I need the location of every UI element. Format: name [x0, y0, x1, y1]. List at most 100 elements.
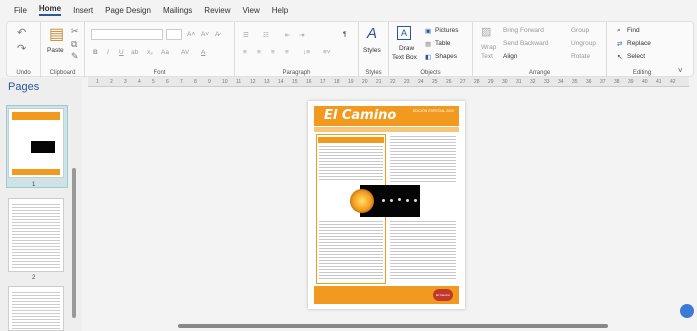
find-icon[interactable]: ⌕: [617, 27, 621, 35]
ruler-tick: 5: [152, 79, 155, 85]
subscript-icon[interactable]: x₂: [147, 49, 153, 56]
draw-label[interactable]: Draw: [399, 45, 414, 52]
align-left-icon[interactable]: ≡: [243, 49, 247, 56]
underline-icon[interactable]: U: [119, 49, 124, 56]
text-line: [390, 151, 456, 152]
clipboard-group-label: Clipboard: [49, 70, 76, 76]
text-line: [319, 242, 383, 243]
masthead[interactable]: El Camino EDICIÓN ESPECIAL 2020: [314, 106, 459, 126]
copy-icon[interactable]: ⧉: [71, 40, 77, 49]
cut-icon[interactable]: ✂: [71, 27, 79, 36]
page-thumb-1[interactable]: [8, 108, 64, 178]
solar-system-image[interactable]: [350, 185, 420, 217]
ruler-tick: 9: [208, 79, 211, 85]
redo-icon[interactable]: ↷: [17, 44, 26, 55]
text-line: [390, 169, 456, 170]
group-button[interactable]: Group: [571, 27, 589, 34]
ruler-tick: 41: [656, 79, 662, 85]
menu-view[interactable]: View: [243, 6, 260, 15]
bring-forward-button[interactable]: Bring Forward: [503, 27, 544, 34]
textbox-button[interactable]: Text Box: [392, 54, 417, 61]
grow-font-icon[interactable]: A˄: [187, 31, 195, 38]
bold-icon[interactable]: B: [93, 49, 98, 56]
rotate-button[interactable]: Rotate: [571, 53, 590, 60]
strikethrough-icon[interactable]: ab: [131, 49, 138, 56]
wrap-label[interactable]: Wrap: [481, 44, 496, 51]
collapse-ribbon-icon[interactable]: ˅: [678, 66, 683, 75]
format-painter-icon[interactable]: ✎: [71, 52, 79, 61]
ungroup-button[interactable]: Ungroup: [571, 40, 596, 47]
select-button[interactable]: Select: [627, 53, 645, 60]
menu-mailings[interactable]: Mailings: [163, 6, 192, 15]
text-line: [319, 278, 383, 279]
font-name-input[interactable]: [91, 29, 163, 40]
menu-page-design[interactable]: Page Design: [105, 6, 151, 15]
styles-icon[interactable]: A: [367, 26, 377, 41]
decrease-indent-icon[interactable]: ⇤: [285, 31, 290, 39]
paste-icon[interactable]: ▤: [49, 27, 64, 43]
justify-icon[interactable]: ≡: [285, 49, 289, 56]
text-line: [390, 248, 456, 249]
editing-group: ⌕ Find ⇄ Replace ↖ Select Editing: [607, 22, 677, 78]
text-line: [390, 233, 456, 234]
font-color-icon[interactable]: A: [201, 49, 205, 56]
table-button[interactable]: Table: [435, 40, 451, 47]
text-line: [390, 136, 456, 137]
text-line: [390, 257, 456, 258]
text-line: [390, 275, 456, 276]
select-icon[interactable]: ↖: [617, 53, 622, 61]
draw-textbox-icon[interactable]: A: [397, 26, 411, 40]
text-line: [390, 157, 456, 158]
pages-scrollbar[interactable]: [72, 168, 76, 318]
align-button[interactable]: Align: [503, 53, 517, 60]
ruler-tick: 38: [614, 79, 620, 85]
align-right-icon[interactable]: ≡: [271, 49, 275, 56]
numbering-icon[interactable]: ☷: [263, 31, 269, 39]
pictures-button[interactable]: Pictures: [435, 27, 458, 34]
pictures-icon[interactable]: ▣: [425, 27, 431, 35]
align-center-icon[interactable]: ≡: [257, 49, 261, 56]
replace-icon[interactable]: ⇄: [617, 40, 622, 48]
styles-button[interactable]: Styles: [363, 47, 381, 54]
footer-bar[interactable]: El Camino: [314, 286, 459, 304]
page-thumb-3[interactable]: [8, 286, 64, 331]
thumb-text: [12, 290, 60, 330]
clear-format-icon[interactable]: A̷: [215, 31, 219, 38]
line-spacing-icon[interactable]: ↕≡: [303, 49, 310, 56]
change-case-icon[interactable]: Aa: [161, 49, 169, 56]
text-label[interactable]: Text: [481, 53, 493, 60]
text-line: [390, 254, 456, 255]
menu-file[interactable]: File: [14, 6, 27, 15]
menu-insert[interactable]: Insert: [73, 6, 93, 15]
menu-help[interactable]: Help: [272, 6, 288, 15]
replace-button[interactable]: Replace: [627, 40, 651, 47]
menu-home[interactable]: Home: [38, 4, 62, 16]
show-marks-icon[interactable]: ¶: [343, 31, 347, 38]
text-line: [319, 257, 383, 258]
paste-button[interactable]: Paste: [47, 47, 64, 54]
italic-icon[interactable]: I: [107, 49, 109, 56]
bullets-icon[interactable]: ☰: [243, 31, 249, 39]
paragraph-spacing-icon[interactable]: ≡˅: [323, 49, 331, 56]
shrink-font-icon[interactable]: A˅: [201, 31, 209, 38]
page-thumb-2[interactable]: [8, 198, 64, 272]
undo-icon[interactable]: ↶: [17, 28, 26, 39]
increase-indent-icon[interactable]: ⇥: [299, 31, 304, 39]
horizontal-scrollbar[interactable]: [178, 324, 608, 328]
font-size-input[interactable]: [166, 29, 182, 40]
text-line: [390, 221, 456, 222]
shapes-icon[interactable]: ◧: [425, 53, 431, 61]
assistant-icon[interactable]: [680, 304, 694, 318]
table-icon[interactable]: ▦: [425, 40, 431, 48]
text-line: [319, 227, 383, 228]
wrap-text-icon[interactable]: ▨: [481, 27, 491, 38]
shapes-button[interactable]: Shapes: [435, 53, 457, 60]
ruler-tick: 14: [278, 79, 284, 85]
find-button[interactable]: Find: [627, 27, 640, 34]
document-page[interactable]: El Camino EDICIÓN ESPECIAL 2020 El Camin…: [308, 101, 465, 309]
menu-review[interactable]: Review: [204, 6, 230, 15]
send-backward-button[interactable]: Send Backward: [503, 40, 549, 47]
undo-group-label: Undo: [16, 70, 31, 76]
character-spacing-icon[interactable]: AV: [181, 49, 189, 56]
text-line: [390, 172, 456, 173]
